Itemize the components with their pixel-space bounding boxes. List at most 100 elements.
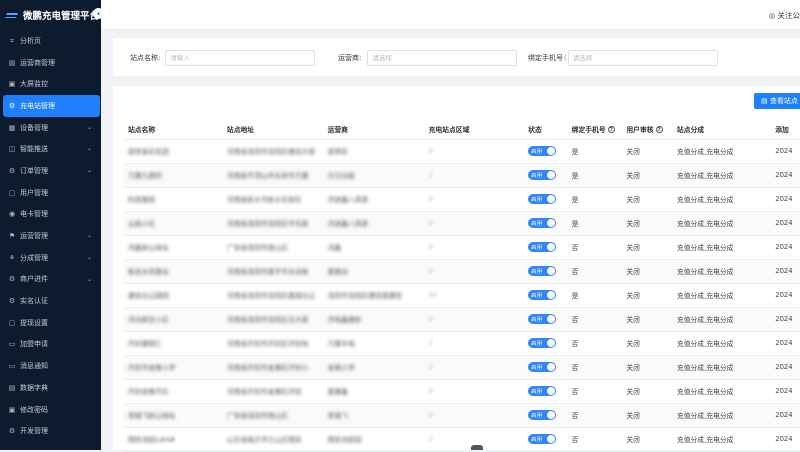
- status-toggle[interactable]: 启用: [528, 146, 556, 156]
- cell-area: 0: [424, 307, 524, 331]
- help-icon[interactable]: ?: [608, 126, 615, 133]
- column-header-7[interactable]: 站点分成: [672, 119, 770, 139]
- collapse-sidebar-icon[interactable]: ‹: [93, 8, 101, 19]
- cell-op: 鸿鑫: [323, 235, 424, 259]
- table-row[interactable]: 康佳白云国园河南省洛阳市洛阳区嘉国白云洛阳市洛阳区康佳嘉康宏50启用是关闭充值分…: [123, 283, 800, 307]
- search-form: 站点名称: 请输入 运营商: 请选择 绑定手机号 ( 请选择: [113, 38, 800, 76]
- status-toggle[interactable]: 启用: [528, 314, 556, 324]
- status-toggle[interactable]: 启用: [528, 410, 556, 420]
- phone-select[interactable]: 请选择: [568, 50, 718, 66]
- view-station-button[interactable]: ▤ 查看站点: [754, 93, 800, 109]
- sidebar-item-14[interactable]: ▭加盟申请: [0, 334, 101, 356]
- sidebar-item-0[interactable]: ⌗分析页: [0, 30, 101, 52]
- sidebar-item-15[interactable]: ▭消息通知: [0, 355, 101, 377]
- column-header-1[interactable]: 站点地址: [222, 119, 323, 139]
- sidebar-item-2[interactable]: ▣大屏监控: [0, 73, 101, 95]
- cell-audit-text: 关闭: [626, 364, 640, 372]
- cell-name: 翔安诗园1#4#: [123, 427, 222, 451]
- status-toggle[interactable]: 启用: [528, 218, 556, 228]
- cell-audit: 关闭: [621, 379, 672, 403]
- sidebar-item-3[interactable]: ⚙充电站管理: [3, 95, 100, 117]
- cell-area: 0: [424, 187, 524, 211]
- status-toggle[interactable]: 启用: [528, 194, 556, 204]
- cell-bind-text: 否: [572, 268, 579, 276]
- table-row[interactable]: 开封金豫开区河南省开封市金豫区开封嘉康鑫0启用否关闭充值分成,充电分成2024: [123, 379, 800, 403]
- column-header-5[interactable]: 绑定手机号?: [567, 119, 622, 139]
- scroll-handle[interactable]: [471, 445, 483, 450]
- table-row[interactable]: 碧翠泰彩花园河南省洛阳市洛阳区惠佳大家碧翠彩0启用是关闭充值分成,充电分成202…: [123, 139, 800, 163]
- sidebar-item-6[interactable]: ⚙订单管理⌄: [0, 160, 101, 182]
- sidebar-item-8[interactable]: ◉电卡管理: [0, 204, 101, 226]
- cell-added-text: 2024: [775, 171, 792, 179]
- sidebar-item-10[interactable]: ⚘分成管理⌄: [0, 247, 101, 269]
- status-toggle[interactable]: 启用: [528, 386, 556, 396]
- sidebar-item-18[interactable]: ⚙开发管理: [0, 420, 101, 442]
- sidebar-item-11[interactable]: ⚙商户进件⌄: [0, 269, 101, 291]
- follow-label: 关注公: [778, 11, 800, 20]
- table-row[interactable]: 翠城飞新山地址广安省深圳市南山区翠城飞0启用否关闭充值分成,充电分成2024: [123, 403, 800, 427]
- sidebar-item-5[interactable]: ◫智能推送⌄: [0, 138, 101, 160]
- status-toggle[interactable]: 启用: [528, 290, 556, 300]
- sidebar-item-17[interactable]: ▣修改密码: [0, 399, 101, 421]
- help-icon[interactable]: ?: [656, 126, 663, 133]
- status-toggle[interactable]: 启用: [528, 266, 556, 276]
- app-logo[interactable]: 微鹏充电管理平台 ‹: [0, 0, 101, 30]
- column-header-2[interactable]: 运营商: [323, 119, 424, 139]
- status-toggle[interactable]: 启用: [528, 242, 556, 252]
- cell-added: 2024: [770, 355, 800, 379]
- sidebar-item-9[interactable]: ⚑运营管理⌄: [0, 225, 101, 247]
- follow-link[interactable]: ◎ 关注公: [769, 10, 800, 21]
- cell-share-text: 充值分成,充电分成: [677, 244, 734, 252]
- table-row[interactable]: 洪达鲜花小区河南省洛阳市洛阳区北大家洪电鑫康新0启用否关闭充值分成,充电分成20…: [123, 307, 800, 331]
- sidebar-item-16[interactable]: ▤数据字典: [0, 377, 101, 399]
- status-toggle[interactable]: 启用: [528, 362, 556, 372]
- cell-name-text: 开封康德汇: [128, 340, 162, 348]
- column-header-0[interactable]: 站点名称: [123, 119, 222, 139]
- column-header-4[interactable]: 状态: [523, 119, 567, 139]
- table-row[interactable]: 帐充水世嘉站河南省洛阳市嘉平市水充帐嘉嘉站0启用否关闭充值分成,充电分成2024: [123, 259, 800, 283]
- column-header-label: 站点地址: [227, 126, 254, 134]
- sidebar-item-4[interactable]: ▦设备管理⌄: [0, 117, 101, 139]
- operator-filter: 运营商: 请选择: [338, 50, 517, 66]
- sidebar-item-label: 设备管理: [20, 123, 48, 133]
- column-header-3[interactable]: 充电站点区域: [424, 119, 524, 139]
- cell-area: 0: [424, 139, 524, 163]
- cell-addr-text: 广安省深圳市南山区: [227, 412, 288, 420]
- table-row[interactable]: 云路小区河南省洛阳市洛阳区华东路洪波鑫八高家0启用是关闭充值分成,充电分成202…: [123, 211, 800, 235]
- table-row[interactable]: 开封康德汇河南省开封市开封区开封地万康丰电1启用否关闭充值分成,充电分成2024: [123, 331, 800, 355]
- cell-area-text: 0: [429, 315, 433, 323]
- sidebar-item-13[interactable]: ▢提现设置: [0, 312, 101, 334]
- station-name-input[interactable]: 请输入: [165, 50, 315, 66]
- cell-area: 0: [424, 235, 524, 259]
- cell-bind: 是: [567, 187, 622, 211]
- operator-select[interactable]: 请选择: [367, 50, 517, 66]
- cell-audit: 关闭: [621, 163, 672, 187]
- column-header-6[interactable]: 用户审核?: [621, 119, 672, 139]
- cell-share-text: 充值分成,充电分成: [677, 340, 734, 348]
- cell-op: 嘉康鑫: [323, 379, 424, 403]
- table-row[interactable]: 翔安诗园1#4#山东省临沂市兰山区翔安翔安诗新园2启用否关闭充值分成,充电分成2…: [123, 427, 800, 451]
- cell-bind-text: 是: [572, 292, 579, 300]
- status-toggle[interactable]: 启用: [528, 434, 556, 444]
- cell-area-text: 0: [429, 387, 433, 395]
- monitor-icon: ▣: [8, 80, 16, 88]
- cell-bind-text: 否: [572, 388, 579, 396]
- cell-share: 充值分成,充电分成: [672, 259, 770, 283]
- sidebar-item-1[interactable]: ▤运营商管理: [0, 52, 101, 74]
- status-toggle[interactable]: 启用: [528, 338, 556, 348]
- dict-icon: ▤: [8, 384, 16, 392]
- table-row[interactable]: 万康九鼎府河南省平顶山市长府市万康日日出能1启用是关闭充值分成,充电分成2024: [123, 163, 800, 187]
- status-toggle[interactable]: 启用: [528, 170, 556, 180]
- column-header-label: 绑定手机号: [572, 126, 606, 134]
- sidebar-item-label: 分析页: [20, 36, 41, 46]
- cell-addr: 广安省深圳市南山区: [222, 403, 323, 427]
- table-row[interactable]: 鸿鑫新山地址广安省深圳市南山区鸿鑫0启用否关闭充值分成,充电分成2024: [123, 235, 800, 259]
- table-row[interactable]: 开封市金豫小学河南省开封市金豫区开封小金豫小学2启用否关闭充值分成,充电分成20…: [123, 355, 800, 379]
- sidebar-item-7[interactable]: ▢用户管理: [0, 182, 101, 204]
- sidebar-item-12[interactable]: ⚙实名认证: [0, 290, 101, 312]
- table-row[interactable]: 科苑雅苑河南省新乡市新乡区新区洪波鑫八高家0启用是关闭充值分成,充电分成2024: [123, 187, 800, 211]
- cell-addr-text: 河南省洛阳市嘉平市水充帐: [227, 268, 309, 276]
- column-header-8[interactable]: 添加: [770, 119, 800, 139]
- cell-addr: 河南省平顶山市长府市万康: [222, 163, 323, 187]
- cell-bind-text: 是: [572, 148, 579, 156]
